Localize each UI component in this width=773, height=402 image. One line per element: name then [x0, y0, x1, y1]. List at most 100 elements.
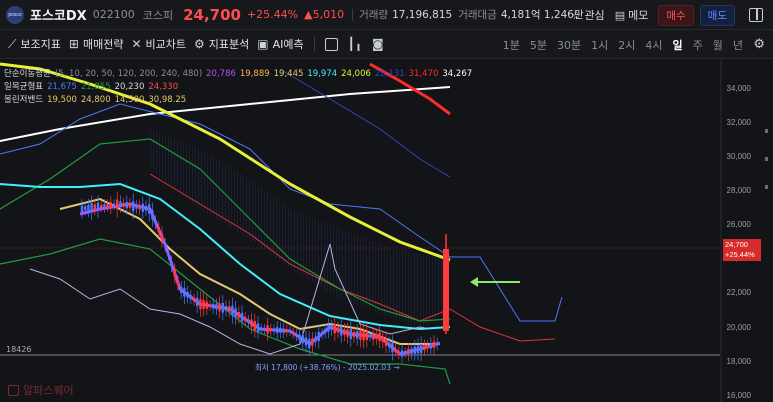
period-week[interactable]: 주 [693, 37, 703, 53]
chart-toolbar: ⟋ 보조지표 ⊞ 매매전략 ✕ 비교차트 ⚙ 지표분석 ▣ AI예측 ┃╻ ◙ … [0, 30, 773, 59]
candle-body [199, 299, 202, 309]
period-30m[interactable]: 30분 [557, 37, 581, 53]
candle-body [164, 242, 167, 247]
candle-body [372, 333, 375, 340]
tool-ai-forecast[interactable]: ▣ AI예측 [257, 36, 303, 52]
period-1m[interactable]: 1분 [503, 37, 520, 53]
candle-body [250, 319, 253, 328]
candle-body [244, 317, 247, 322]
period-day[interactable]: 일 [673, 37, 683, 53]
period-month[interactable]: 월 [713, 37, 723, 53]
tool-strategy[interactable]: ⊞ 매매전략 [69, 36, 124, 52]
volume-label: 거래량 [359, 9, 389, 21]
period-5m[interactable]: 5분 [530, 37, 547, 53]
period-year[interactable]: 년 [733, 37, 743, 53]
candle-body [160, 233, 164, 241]
period-2h[interactable]: 2시 [618, 37, 635, 53]
draw-box-icon[interactable] [324, 37, 338, 51]
candle-body [432, 341, 436, 349]
current-price: 24,700 [183, 5, 241, 24]
legend-ichimoku-value-3: 20,230 [114, 82, 145, 92]
tool-indicators[interactable]: ⟋ 보조지표 [8, 36, 61, 52]
candle-body [263, 328, 266, 331]
candle-body [416, 345, 420, 354]
last-price-tag: 24,700 +25.44% [723, 239, 761, 261]
candle-body [301, 335, 304, 344]
forecast-blue-line [554, 296, 563, 322]
chart-scrollbar[interactable] [765, 129, 771, 209]
memo-button[interactable]: ▤ 메모 [615, 7, 649, 23]
candle-body [167, 252, 170, 256]
buy-button[interactable]: 매수 [658, 4, 694, 26]
candle-body [429, 343, 432, 349]
legend-bollinger-label: 볼린저밴드 [4, 95, 44, 105]
tool-compare[interactable]: ✕ 비교차트 [131, 36, 186, 52]
candle-body [90, 203, 93, 213]
watch-button[interactable]: ☆ 관심 [572, 7, 605, 23]
legend-ma120-value: 24,006 [341, 69, 371, 79]
candle-body [138, 204, 141, 210]
candle-body [253, 321, 256, 331]
memo-icon: ▤ [614, 8, 626, 22]
legend-bollinger[interactable]: 볼린저밴드 19,500 24,800 14,500 30,98.25 [4, 93, 190, 105]
candle-body [196, 297, 199, 306]
candle-body [119, 201, 122, 207]
candle-body [333, 324, 336, 334]
legend-ma[interactable]: 단순이동평균 (5, 10, 20, 50, 120, 200, 240, 480… [4, 67, 476, 79]
candle-body [132, 201, 135, 212]
candle-body [349, 329, 352, 339]
change-percent: +25.44% [246, 8, 299, 21]
stock-name[interactable]: 포스코DX [30, 5, 87, 24]
top-bar: posco 포스코DX 022100 코스피 24,700 +25.44% ▲5… [0, 0, 773, 30]
candle-body [285, 329, 288, 333]
candle-body [346, 329, 349, 337]
legend-ichimoku[interactable]: 일목균형표 21,675 21,855 20,230 24,330 [4, 80, 182, 92]
legend-bollinger-value-3: 14,500 [114, 95, 145, 105]
candle-body [272, 328, 276, 332]
price-chart[interactable]: 단순이동평균 (5, 10, 20, 50, 120, 200, 240, 480… [0, 59, 773, 402]
legend-ma5-value: 20,786 [206, 69, 236, 79]
sell-button[interactable]: 매도 [699, 4, 735, 26]
scroll-notch [765, 129, 768, 133]
y-tick: 30,000 [726, 152, 751, 161]
candle-body [189, 295, 192, 300]
y-tick: 34,000 [726, 84, 751, 93]
candle-body [410, 348, 413, 354]
layout-icon[interactable] [749, 8, 763, 22]
compare-icon: ✕ [131, 37, 142, 51]
candle-body [93, 204, 96, 210]
candle-body [314, 336, 317, 342]
candle-body [100, 205, 103, 208]
candle-body [343, 329, 346, 336]
candle-body [116, 199, 119, 210]
candle-body [84, 206, 87, 211]
candle-body [240, 312, 244, 322]
candle-body [404, 351, 407, 354]
candle-body [80, 205, 84, 212]
candle-body [356, 330, 359, 339]
candle-body [218, 303, 221, 312]
candle-body [234, 308, 237, 318]
ai-icon: ▣ [257, 37, 269, 51]
legend-ma-params: (5, 10, 20, 50, 120, 200, 240, 480) [54, 69, 203, 79]
candle-body [112, 203, 116, 206]
period-4h[interactable]: 4시 [645, 37, 662, 53]
indicator-icon: ⟋ [8, 36, 17, 51]
candle-body [212, 303, 215, 309]
legend-ma200-value: 28,131 [374, 69, 405, 79]
tool-analysis[interactable]: ⚙ 지표분석 [194, 36, 249, 52]
market-label: 코스피 [142, 8, 174, 22]
period-1h[interactable]: 1시 [591, 37, 608, 53]
screenshot-icon[interactable]: ◙ [372, 37, 384, 51]
gear-icon[interactable]: ⚙ [753, 37, 765, 52]
company-logo: posco [6, 5, 24, 24]
candle-body [394, 348, 397, 352]
divider [352, 8, 354, 21]
candle-type-icon[interactable]: ┃╻ [348, 37, 362, 51]
candle-body [282, 328, 285, 333]
star-icon: ☆ [571, 8, 582, 22]
candle-body [295, 333, 298, 337]
volume-value: 17,196,815 [392, 8, 453, 21]
candle-body [423, 345, 426, 351]
legend-bollinger-value-2: 24,800 [80, 95, 111, 105]
